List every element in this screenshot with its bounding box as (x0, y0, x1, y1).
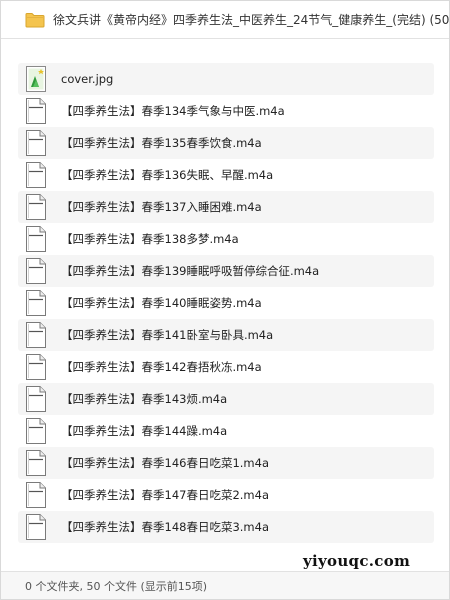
file-row[interactable]: 【四季养生法】春季139睡眠呼吸暂停综合征.m4a (18, 255, 434, 287)
status-text: 0 个文件夹, 50 个文件 (显示前15项) (25, 579, 208, 593)
document-file-icon (26, 258, 46, 284)
status-bar: 0 个文件夹, 50 个文件 (显示前15项) (1, 571, 449, 599)
file-name: 【四季养生法】春季148春日吃菜3.m4a (61, 520, 269, 534)
document-file-icon (26, 226, 46, 252)
watermark-text: yiyouqc.com (303, 552, 411, 570)
document-file-icon (26, 162, 46, 188)
file-row[interactable]: 【四季养生法】春季148春日吃菜3.m4a (18, 511, 434, 543)
file-row[interactable]: 【四季养生法】春季140睡眠姿势.m4a (18, 287, 434, 319)
file-row[interactable]: 【四季养生法】春季135春季饮食.m4a (18, 127, 434, 159)
file-name: 【四季养生法】春季138多梦.m4a (61, 232, 239, 246)
file-row[interactable]: 【四季养生法】春季137入睡困难.m4a (18, 191, 434, 223)
folder-title: 徐文兵讲《黄帝内经》四季养生法_中医养生_24节气_健康养生_(完结) (50 … (53, 13, 449, 27)
file-name: 【四季养生法】春季140睡眠姿势.m4a (61, 296, 262, 310)
file-name: 【四季养生法】春季144躁.m4a (61, 424, 228, 438)
file-row[interactable]: 【四季养生法】春季138多梦.m4a (18, 223, 434, 255)
document-file-icon (26, 130, 46, 156)
file-name: 【四季养生法】春季147春日吃菜2.m4a (61, 488, 269, 502)
file-name: 【四季养生法】春季135春季饮食.m4a (61, 136, 262, 150)
file-row[interactable]: 【四季养生法】春季141卧室与卧具.m4a (18, 319, 434, 351)
document-file-icon (26, 514, 46, 540)
document-file-icon (26, 386, 46, 412)
file-name: 【四季养生法】春季137入睡困难.m4a (61, 200, 262, 214)
document-file-icon (26, 354, 46, 380)
folder-header: 徐文兵讲《黄帝内经》四季养生法_中医养生_24节气_健康养生_(完结) (50 … (1, 1, 449, 39)
file-list-window: 徐文兵讲《黄帝内经》四季养生法_中医养生_24节气_健康养生_(完结) (50 … (0, 0, 450, 600)
file-row[interactable]: 【四季养生法】春季134季气象与中医.m4a (18, 95, 434, 127)
document-file-icon (26, 98, 46, 124)
folder-icon (25, 12, 45, 27)
image-file-icon (26, 66, 46, 92)
file-name: 【四季养生法】春季141卧室与卧具.m4a (61, 328, 274, 342)
file-row[interactable]: 【四季养生法】春季142春捂秋冻.m4a (18, 351, 434, 383)
document-file-icon (26, 194, 46, 220)
file-row[interactable]: 【四季养生法】春季146春日吃菜1.m4a (18, 447, 434, 479)
document-file-icon (26, 418, 46, 444)
file-row[interactable]: cover.jpg (18, 63, 434, 95)
document-file-icon (26, 290, 46, 316)
file-row[interactable]: 【四季养生法】春季147春日吃菜2.m4a (18, 479, 434, 511)
file-row[interactable]: 【四季养生法】春季144躁.m4a (18, 415, 434, 447)
file-name: 【四季养生法】春季143烦.m4a (61, 392, 228, 406)
file-name: 【四季养生法】春季139睡眠呼吸暂停综合征.m4a (61, 264, 320, 278)
file-name: 【四季养生法】春季142春捂秋冻.m4a (61, 360, 262, 374)
document-file-icon (26, 482, 46, 508)
document-file-icon (26, 450, 46, 476)
file-name: cover.jpg (61, 72, 114, 86)
file-row[interactable]: 【四季养生法】春季143烦.m4a (18, 383, 434, 415)
file-row[interactable]: 【四季养生法】春季136失眠、早醒.m4a (18, 159, 434, 191)
file-name: 【四季养生法】春季146春日吃菜1.m4a (61, 456, 269, 470)
file-name: 【四季养生法】春季136失眠、早醒.m4a (61, 168, 274, 182)
document-file-icon (26, 322, 46, 348)
file-name: 【四季养生法】春季134季气象与中医.m4a (61, 104, 285, 118)
